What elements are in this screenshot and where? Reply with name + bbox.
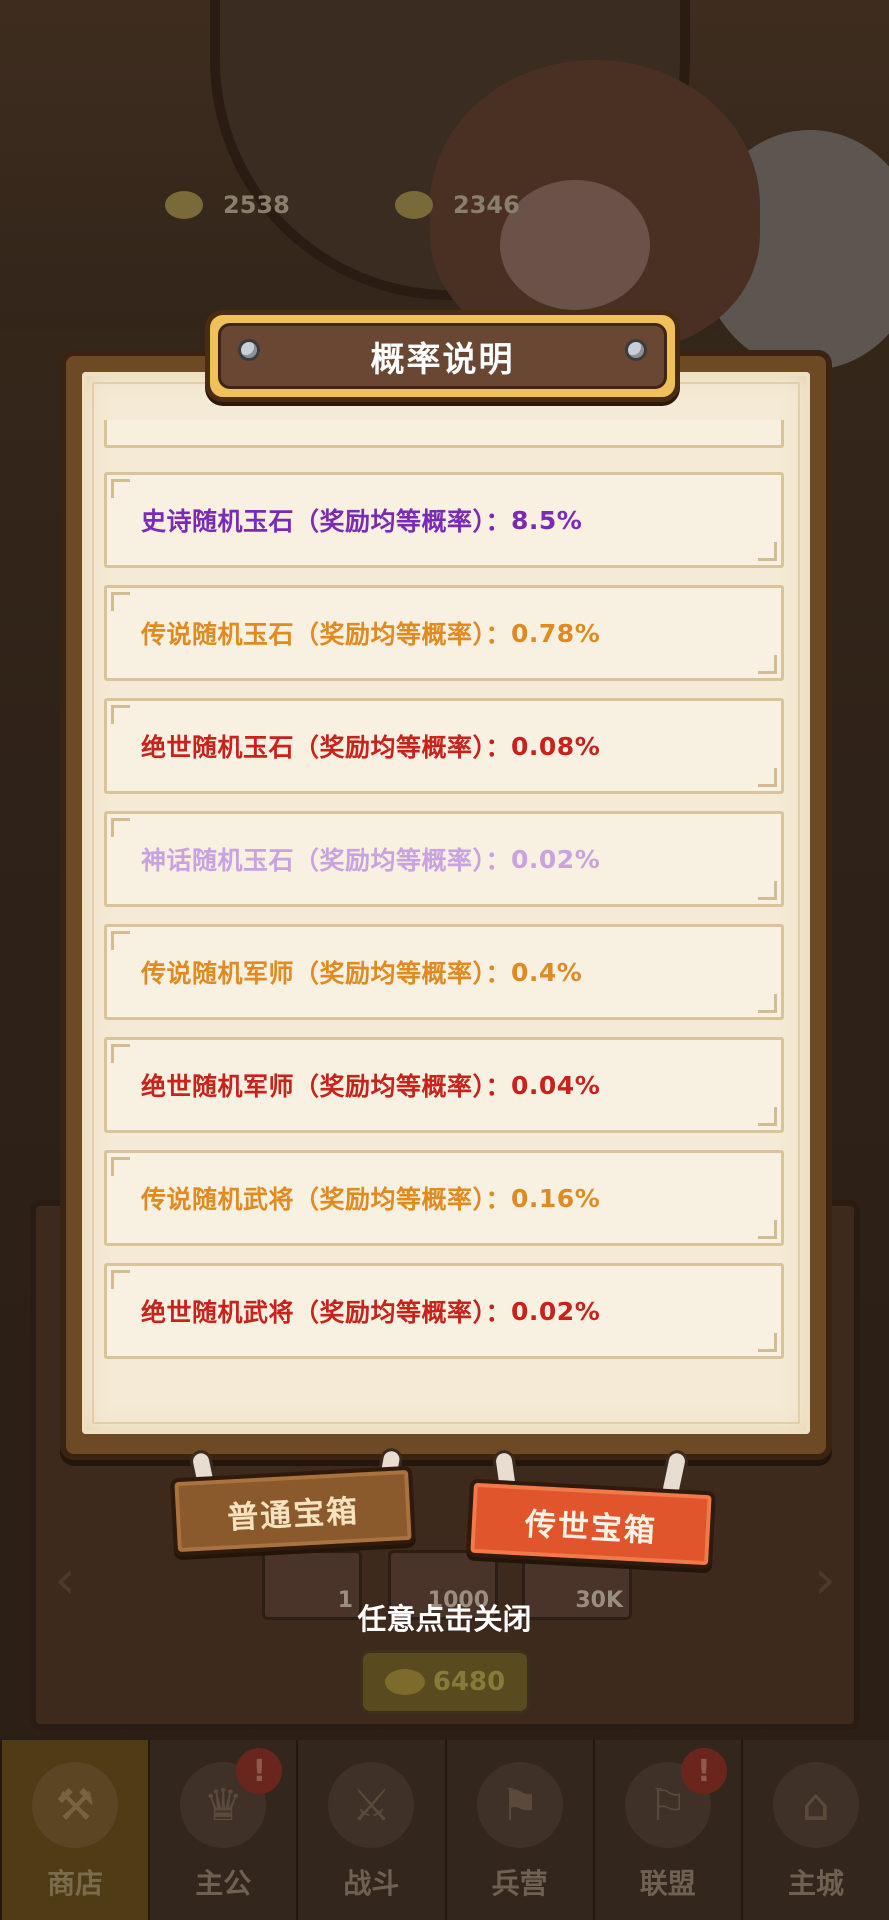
battle-icon: ⚔ <box>328 1762 415 1848</box>
probability-value: 0.16% <box>511 1183 601 1213</box>
probability-label: 传说随机武将（奖励均等概率）： <box>141 1185 512 1214</box>
tab-legendary-chest[interactable]: 传世宝箱 <box>466 1478 716 1570</box>
probability-row: 传说随机武将（奖励均等概率）： 0.16% <box>104 1150 784 1246</box>
probability-label: 绝世随机军师（奖励均等概率）： <box>141 1072 512 1101</box>
nav-item-alliance[interactable]: ! ⚐ 联盟 <box>592 1740 741 1920</box>
gold-ingot-icon <box>384 1669 425 1695</box>
gold-ingot-icon <box>165 191 203 219</box>
gold-amount: 2538 <box>223 191 290 219</box>
probability-value: 0.02% <box>511 844 601 874</box>
coin-icon <box>395 191 433 219</box>
probability-value: 0.78% <box>511 618 601 648</box>
probability-value: 8.5% <box>511 505 583 535</box>
probability-row: 传说随机军师（奖励均等概率）： 0.4% <box>104 924 784 1020</box>
nav-label: 主城 <box>787 1867 844 1900</box>
probability-row: 传说随机玉石（奖励均等概率）： 0.78% <box>104 585 784 681</box>
city-icon: ⌂ <box>772 1762 859 1848</box>
probability-value: 0.04% <box>511 1070 601 1100</box>
buy-price-button: 6480 <box>360 1650 530 1714</box>
probability-row: 绝世随机武将（奖励均等概率）： 0.02% <box>104 1263 784 1359</box>
rivet-icon <box>625 339 647 361</box>
nav-item-city[interactable]: ⌂ 主城 <box>740 1740 889 1920</box>
probability-label: 绝世随机玉石（奖励均等概率）： <box>141 733 512 762</box>
probability-list[interactable]: 史诗随机玉石（奖励均等概率）： 8.5% 传说随机玉石（奖励均等概率）： 0.78% 绝… <box>104 420 784 1380</box>
probability-label: 传说随机玉石（奖励均等概率）： <box>141 620 512 649</box>
probability-row: 绝世随机军师（奖励均等概率）： 0.04% <box>104 1037 784 1133</box>
modal-title: 概率说明 <box>370 339 515 380</box>
probability-row: 绝世随机玉石（奖励均等概率）： 0.08% <box>104 698 784 794</box>
close-hint[interactable]: 任意点击关闭 <box>0 1596 889 1638</box>
nav-label: 战斗 <box>343 1867 400 1900</box>
probability-label: 传说随机军师（奖励均等概率）： <box>141 959 512 988</box>
tab-normal-chest[interactable]: 普通宝箱 <box>170 1465 416 1557</box>
nav-label: 兵营 <box>491 1867 548 1900</box>
nav-item-battle[interactable]: ⚔ 战斗 <box>296 1740 445 1920</box>
nav-item-shop[interactable]: ⚒ 商店 <box>0 1740 149 1920</box>
alert-badge-icon: ! <box>236 1748 283 1794</box>
probability-value: 0.02% <box>511 1296 601 1326</box>
probability-row: 神话随机玉石（奖励均等概率）： 0.02% <box>104 811 784 907</box>
probability-label: 绝世随机武将（奖励均等概率）： <box>141 1298 512 1327</box>
rivet-icon <box>238 339 260 361</box>
list-item-partial <box>104 420 784 448</box>
bottom-nav: ⚒ 商店 ! ♛ 主公 ⚔ 战斗 ⚑ 兵营 ! ⚐ 联盟 ⌂ 主城 <box>0 1740 889 1920</box>
probability-label: 神话随机玉石（奖励均等概率）： <box>141 846 512 875</box>
probability-value: 0.4% <box>511 957 583 987</box>
coin-currency: 2346 <box>395 185 520 225</box>
probability-label: 史诗随机玉石（奖励均等概率）： <box>141 507 512 536</box>
nav-item-lord[interactable]: ! ♛ 主公 <box>148 1740 297 1920</box>
nav-label: 商店 <box>47 1867 104 1900</box>
gold-currency: 2538 <box>165 185 290 225</box>
nav-label: 主公 <box>195 1867 252 1900</box>
probability-row: 史诗随机玉石（奖励均等概率）： 8.5% <box>104 472 784 568</box>
shopkeeper-face <box>500 180 650 310</box>
nav-label: 联盟 <box>639 1867 696 1900</box>
coin-amount: 2346 <box>453 191 520 219</box>
barracks-icon: ⚑ <box>476 1762 563 1848</box>
modal-title-plaque: 概率说明 <box>205 310 680 402</box>
alert-badge-icon: ! <box>680 1748 727 1794</box>
nav-item-barracks[interactable]: ⚑ 兵营 <box>444 1740 593 1920</box>
shop-icon: ⚒ <box>32 1762 119 1848</box>
probability-value: 0.08% <box>511 731 601 761</box>
